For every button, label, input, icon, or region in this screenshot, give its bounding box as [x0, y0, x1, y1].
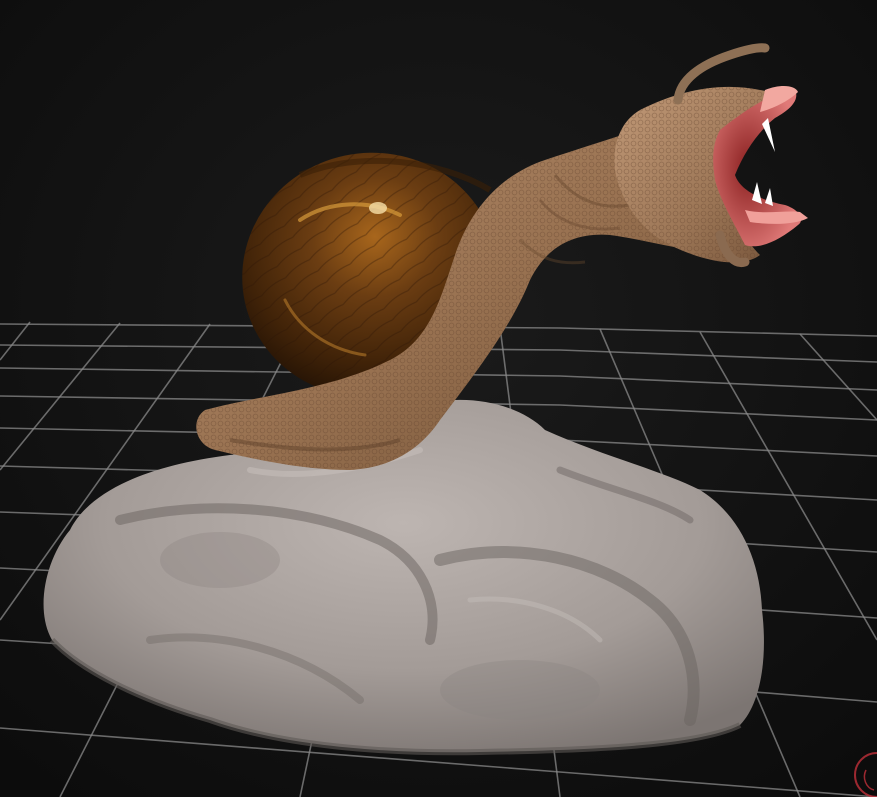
3d-viewport[interactable]	[0, 0, 877, 797]
scene-canvas	[0, 0, 877, 797]
